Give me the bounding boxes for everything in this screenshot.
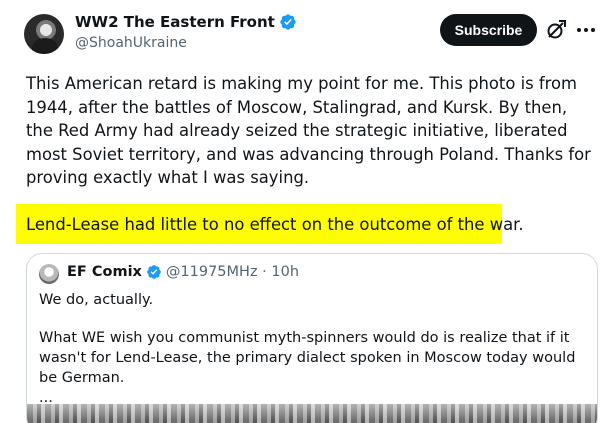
- more-options-icon[interactable]: [574, 18, 598, 42]
- highlighted-line: Lend-Lease had little to no effect on th…: [26, 215, 524, 234]
- verified-badge-icon: [280, 14, 296, 30]
- author-name-row[interactable]: WW2 The Eastern Front: [75, 13, 297, 31]
- quote-author-row: EF Comix @11975MHz · 10h: [67, 264, 299, 280]
- post-body-text: This American retard is making my point …: [26, 74, 591, 187]
- subscribe-button[interactable]: Subscribe: [440, 14, 537, 46]
- verified-badge-icon: [147, 265, 161, 279]
- author-name[interactable]: WW2 The Eastern Front: [75, 13, 275, 31]
- quote-text: We do, actually. What WE wish you commun…: [39, 290, 579, 408]
- quote-line-2: What WE wish you communist myth-spinners…: [39, 330, 576, 386]
- grok-icon[interactable]: [544, 18, 568, 42]
- quote-line-1: We do, actually.: [39, 292, 154, 308]
- quote-meta: @11975MHz · 10h: [165, 264, 300, 280]
- author-handle[interactable]: @ShoahUkraine: [75, 35, 187, 51]
- quote-author-avatar: [39, 264, 59, 284]
- quoted-post[interactable]: EF Comix @11975MHz · 10h We do, actually…: [26, 253, 598, 423]
- author-avatar[interactable]: [24, 14, 64, 54]
- quote-author-name: EF Comix: [67, 264, 142, 280]
- quote-image[interactable]: [27, 404, 597, 423]
